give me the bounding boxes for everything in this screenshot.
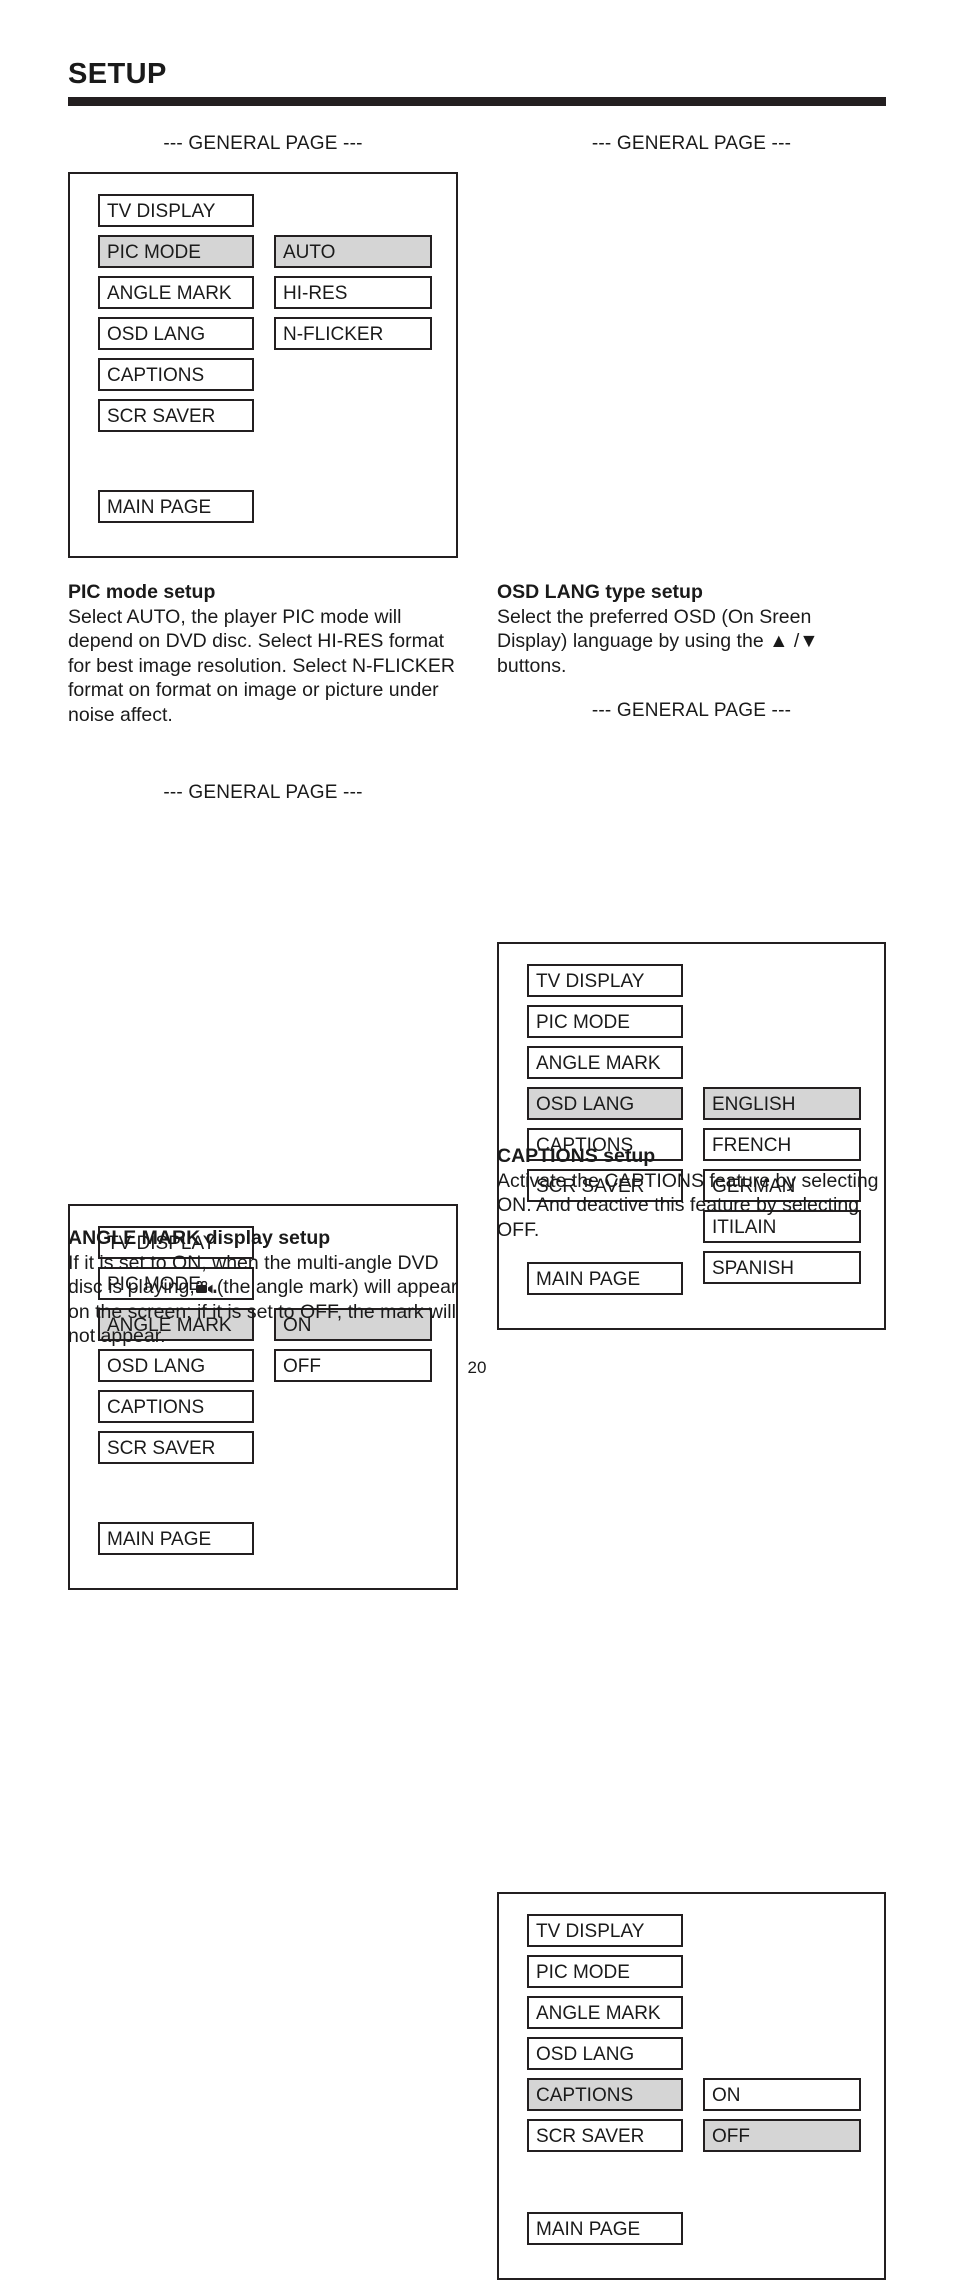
osd-main-page-button[interactable]: MAIN PAGE (527, 1262, 683, 1295)
osd-option-english[interactable]: ENGLISH (703, 1087, 861, 1120)
osd-option-on[interactable]: ON (703, 2078, 861, 2111)
section-pic-mode-setup: PIC mode setup Select AUTO, the player P… (68, 580, 468, 727)
osd-screen-pic-mode: TV DISPLAY PIC MODE ANGLE MARK OSD LANG CAPT… (68, 172, 458, 558)
osd-option-n-flicker[interactable]: N-FLICKER (274, 317, 432, 350)
section-osd-lang-setup: OSD LANG type setup Select the preferred… (497, 580, 877, 678)
menu-caption-captions: --- GENERAL PAGE --- (591, 700, 792, 721)
osd-menu-item-scr-saver[interactable]: SCR SAVER (98, 399, 254, 432)
osd-option-column: ON OFF (703, 2078, 861, 2160)
osd-menu-item-angle-mark[interactable]: ANGLE MARK (527, 1996, 683, 2029)
osd-menu-item-scr-saver[interactable]: SCR SAVER (527, 2119, 683, 2152)
section-heading-pic-mode: PIC mode setup (68, 581, 216, 603)
osd-menu-item-angle-mark[interactable]: ANGLE MARK (527, 1046, 683, 1079)
osd-inner-captions: TV DISPLAY PIC MODE ANGLE MARK OSD LANG CAPT… (499, 1894, 884, 2278)
osd-screen-captions: TV DISPLAY PIC MODE ANGLE MARK OSD LANG CAPT… (497, 1892, 886, 2280)
section-body-osd-lang: Select the preferred OSD (On Sreen Displ… (497, 605, 877, 679)
arrow-separator: / (788, 630, 800, 652)
section-angle-mark-setup: ANGLE MARK display setup If it is set to… (68, 1226, 463, 1349)
osd-menu-item-scr-saver[interactable]: SCR SAVER (98, 1431, 254, 1464)
osd-option-off[interactable]: OFF (703, 2119, 861, 2152)
osd-menu-item-captions[interactable]: CAPTIONS (98, 358, 254, 391)
section-body-angle-mark: If it is set to ON, when the multi-angle… (68, 1251, 463, 1349)
osd-menu-item-tv-display[interactable]: TV DISPLAY (527, 1914, 683, 1947)
osd-main-page-button[interactable]: MAIN PAGE (527, 2212, 683, 2245)
down-arrow-icon: ▼ (799, 630, 819, 652)
section-captions-setup: CAPTIONS setup Activate the CAPTIONS fea… (497, 1144, 889, 1242)
section-heading-osd-lang-rest: type setup (599, 581, 703, 603)
osd-menu-item-osd-lang[interactable]: OSD LANG (527, 1087, 683, 1120)
osd-inner-pic-mode: TV DISPLAY PIC MODE ANGLE MARK OSD LANG CAPT… (70, 174, 456, 556)
osd-menu-column-primary: TV DISPLAY PIC MODE ANGLE MARK OSD LANG CAPT… (527, 1914, 683, 2160)
osd-menu-item-osd-lang[interactable]: OSD LANG (98, 317, 254, 350)
section-heading-osd-lang-bold: OSD LANG (497, 581, 600, 603)
osd-menu-item-osd-lang[interactable]: OSD LANG (527, 2037, 683, 2070)
section-heading-captions: CAPTIONS setup (497, 1144, 889, 1169)
menu-caption-osd-lang: --- GENERAL PAGE --- (591, 133, 792, 154)
osd-option-auto[interactable]: AUTO (274, 235, 432, 268)
section-body-pic-mode: Select AUTO, the player PIC mode will de… (68, 605, 455, 726)
osd-main-page-button[interactable]: MAIN PAGE (98, 1522, 254, 1555)
section-heading-captions-bold: CAPTIONS (497, 1145, 598, 1167)
section-body-captions: Activate the CAPTIONS feature by selecti… (497, 1169, 879, 1241)
osd-menu-item-tv-display[interactable]: TV DISPLAY (527, 964, 683, 997)
osd-menu-item-pic-mode[interactable]: PIC MODE (527, 1005, 683, 1038)
menu-caption-angle-mark: --- GENERAL PAGE --- (163, 782, 363, 803)
section-heading-angle-mark-rest: display setup (200, 1227, 331, 1249)
section-heading-angle-mark: ANGLE MARK display setup (68, 1226, 463, 1251)
osd-menu-item-captions[interactable]: CAPTIONS (98, 1390, 254, 1423)
section-body-osd-lang-part2: buttons. (497, 654, 567, 677)
osd-menu-item-tv-display[interactable]: TV DISPLAY (98, 194, 254, 227)
document-page: SETUP --- GENERAL PAGE --- TV DISPLAY PIC… (0, 0, 954, 2280)
osd-menu-item-pic-mode[interactable]: PIC MODE (527, 1955, 683, 1988)
osd-inner-osd-lang: TV DISPLAY PIC MODE ANGLE MARK OSD LANG CAPT… (499, 944, 884, 1328)
page-number: 20 (467, 1358, 487, 1377)
up-arrow-icon: ▲ (769, 630, 789, 652)
section-heading-osd-lang: OSD LANG type setup (497, 580, 877, 605)
title-divider-rule (68, 97, 886, 106)
osd-menu-item-pic-mode[interactable]: PIC MODE (98, 235, 254, 268)
section-heading-captions-rest: setup (597, 1145, 656, 1167)
osd-menu-item-captions[interactable]: CAPTIONS (527, 2078, 683, 2111)
osd-option-column: AUTO HI-RES N-FLICKER (274, 235, 432, 358)
page-title: SETUP (68, 58, 167, 90)
osd-screen-osd-lang: TV DISPLAY PIC MODE ANGLE MARK OSD LANG CAPT… (497, 942, 886, 1330)
osd-menu-column-primary: TV DISPLAY PIC MODE ANGLE MARK OSD LANG CAPT… (98, 194, 254, 440)
osd-option-spanish[interactable]: SPANISH (703, 1251, 861, 1284)
angle-mark-camera-icon (195, 1277, 217, 1294)
menu-caption-pic-mode: --- GENERAL PAGE --- (163, 133, 363, 154)
section-heading-angle-mark-bold: ANGLE MARK (68, 1227, 201, 1249)
section-body-osd-lang-part1: Select the preferred OSD (On Sreen Displ… (497, 605, 812, 653)
osd-menu-item-angle-mark[interactable]: ANGLE MARK (98, 276, 254, 309)
osd-option-hi-res[interactable]: HI-RES (274, 276, 432, 309)
osd-main-page-button[interactable]: MAIN PAGE (98, 490, 254, 523)
